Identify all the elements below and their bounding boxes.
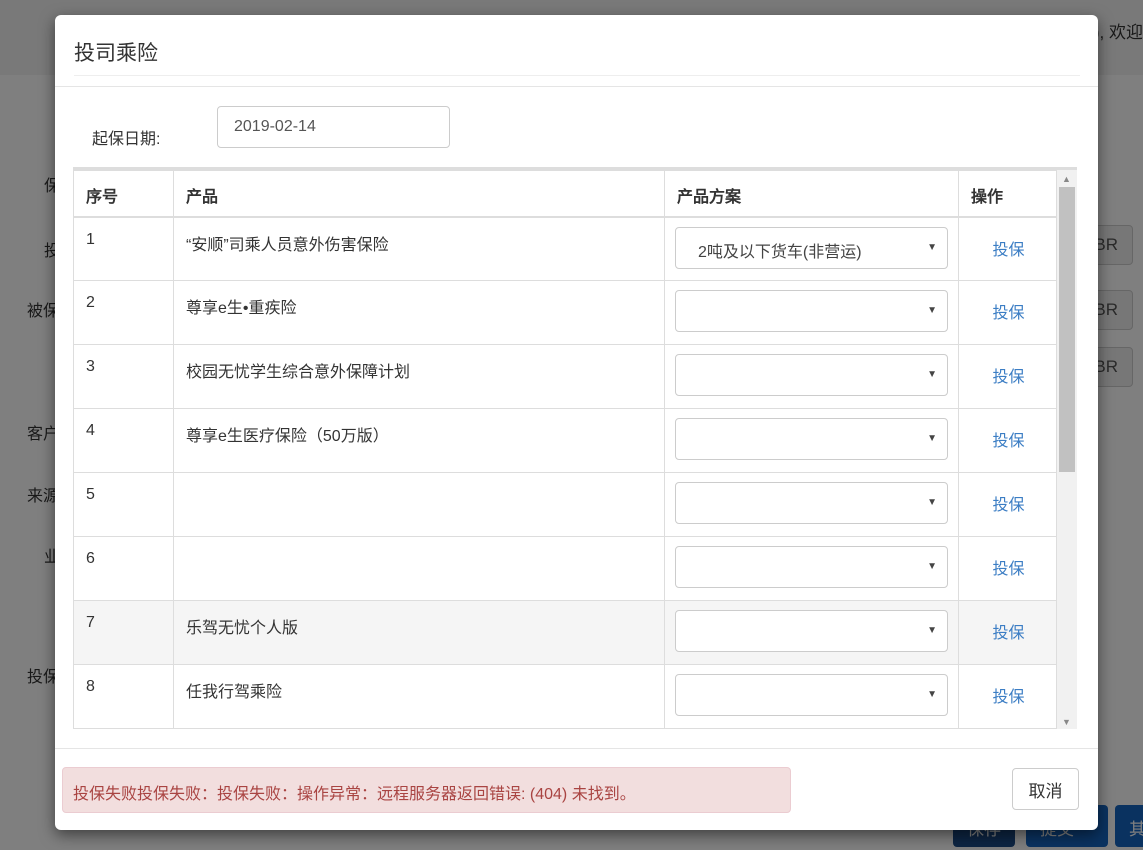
insure-link[interactable]: 投保 — [971, 683, 1046, 707]
action-cell: 投保 — [958, 344, 1057, 409]
modal-footer-divider — [55, 748, 1098, 749]
chevron-down-icon: ▼ — [927, 561, 937, 572]
action-cell: 投保 — [958, 216, 1057, 281]
plan-cell: ▼ — [664, 408, 959, 473]
product-name: 校园无忧学生综合意外保障计划 — [173, 344, 665, 409]
chevron-down-icon: ▼ — [927, 497, 937, 508]
action-cell: 投保 — [958, 600, 1057, 665]
table-row: 3 校园无忧学生综合意外保障计划 ▼ 投保 — [73, 344, 1057, 409]
error-alert: 投保失败投保失败：投保失败：操作异常：远程服务器返回错误: (404) 未找到。 — [62, 767, 791, 813]
scrollbar-thumb[interactable] — [1059, 187, 1075, 472]
product-name — [173, 536, 665, 601]
row-number: 1 — [73, 216, 174, 281]
row-number: 7 — [73, 600, 174, 665]
table-row: 8 任我行驾乘险 ▼ 投保 — [73, 664, 1057, 729]
modal-header: 投司乘险 — [55, 15, 1098, 87]
table-row: 7 乐驾无忧个人版 ▼ 投保 — [73, 600, 1057, 665]
chevron-down-icon: ▼ — [927, 305, 937, 316]
chevron-down-icon: ▼ — [927, 689, 937, 700]
row-number: 5 — [73, 472, 174, 537]
table-row: 5 ▼ 投保 — [73, 472, 1057, 537]
plan-cell: ▼ — [664, 600, 959, 665]
insure-link[interactable]: 投保 — [971, 236, 1046, 260]
modal-title: 投司乘险 — [74, 37, 1080, 76]
table-row: 6 ▼ 投保 — [73, 536, 1057, 601]
insure-modal: 投司乘险 起保日期: 序号 产品 产品方案 操作 1 “安顺”司乘人员意外伤害保… — [55, 15, 1098, 830]
product-name: 乐驾无忧个人版 — [173, 600, 665, 665]
action-cell: 投保 — [958, 280, 1057, 345]
plan-cell: ▼ — [664, 280, 959, 345]
product-name: 尊享e生医疗保险（50万版） — [173, 408, 665, 473]
product-table: 序号 产品 产品方案 操作 1 “安顺”司乘人员意外伤害保险 2吨及以下货车(非… — [73, 170, 1057, 729]
plan-cell: ▼ — [664, 536, 959, 601]
chevron-down-icon: ▼ — [927, 433, 937, 444]
row-number: 6 — [73, 536, 174, 601]
action-cell: 投保 — [958, 472, 1057, 537]
plan-select-value: 2吨及以下货车(非营运) — [698, 243, 862, 261]
cancel-button[interactable]: 取消 — [1012, 768, 1079, 810]
row-number: 3 — [73, 344, 174, 409]
column-header-plan: 产品方案 — [664, 170, 959, 218]
action-cell: 投保 — [958, 536, 1057, 601]
plan-cell: ▼ — [664, 472, 959, 537]
product-name: “安顺”司乘人员意外伤害保险 — [173, 216, 665, 281]
table-scrollbar[interactable]: ▲ ▼ — [1057, 170, 1077, 729]
chevron-down-icon: ▼ — [927, 625, 937, 636]
action-cell: 投保 — [958, 408, 1057, 473]
plan-select[interactable]: ▼ — [675, 354, 948, 396]
column-header-no: 序号 — [73, 170, 174, 218]
plan-cell: ▼ — [664, 664, 959, 729]
product-name — [173, 472, 665, 537]
product-table-container: 序号 产品 产品方案 操作 1 “安顺”司乘人员意外伤害保险 2吨及以下货车(非… — [73, 167, 1077, 729]
plan-select[interactable]: ▼ — [675, 418, 948, 460]
plan-select[interactable]: ▼ — [675, 290, 948, 332]
action-cell: 投保 — [958, 664, 1057, 729]
insure-link[interactable]: 投保 — [971, 619, 1046, 643]
column-header-product: 产品 — [173, 170, 665, 218]
plan-select[interactable]: ▼ — [675, 674, 948, 716]
insure-link[interactable]: 投保 — [971, 363, 1046, 387]
insure-link[interactable]: 投保 — [971, 555, 1046, 579]
table-row: 1 “安顺”司乘人员意外伤害保险 2吨及以下货车(非营运) ▼ 投保 — [73, 216, 1057, 281]
chevron-down-icon: ▼ — [927, 241, 937, 253]
scroll-down-icon[interactable]: ▼ — [1062, 717, 1071, 727]
insure-link[interactable]: 投保 — [971, 491, 1046, 515]
plan-cell: ▼ — [664, 344, 959, 409]
plan-select[interactable]: 2吨及以下货车(非营运) ▼ — [675, 226, 948, 269]
insure-link[interactable]: 投保 — [971, 427, 1046, 451]
insure-link[interactable]: 投保 — [971, 299, 1046, 323]
table-row: 4 尊享e生医疗保险（50万版） ▼ 投保 — [73, 408, 1057, 473]
start-date-input[interactable] — [217, 106, 450, 148]
plan-cell: 2吨及以下货车(非营运) ▼ — [664, 216, 959, 281]
row-number: 2 — [73, 280, 174, 345]
chevron-down-icon: ▼ — [927, 369, 937, 380]
start-date-label: 起保日期: — [92, 131, 161, 148]
scroll-up-icon[interactable]: ▲ — [1062, 174, 1071, 184]
product-name: 任我行驾乘险 — [173, 664, 665, 729]
plan-select[interactable]: ▼ — [675, 482, 948, 524]
product-name: 尊享e生•重疾险 — [173, 280, 665, 345]
column-header-action: 操作 — [958, 170, 1057, 218]
row-number: 4 — [73, 408, 174, 473]
plan-select[interactable]: ▼ — [675, 546, 948, 588]
row-number: 8 — [73, 664, 174, 729]
plan-select[interactable]: ▼ — [675, 610, 948, 652]
table-row: 2 尊享e生•重疾险 ▼ 投保 — [73, 280, 1057, 345]
